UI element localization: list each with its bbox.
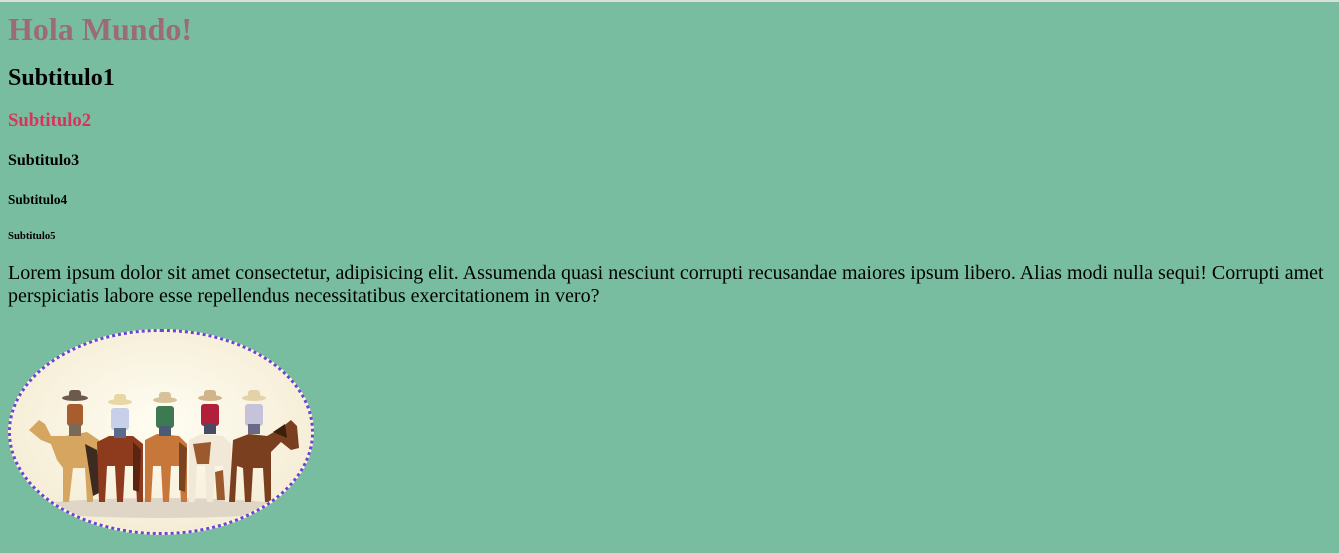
page-title: Hola Mundo! <box>8 11 193 47</box>
cowboys-illustration-icon <box>11 332 311 532</box>
horse-3 <box>145 434 187 502</box>
cowboys-image <box>8 329 314 535</box>
subtitle-4: Subtitulo4 <box>8 192 68 207</box>
browser-top-edge <box>0 0 1339 2</box>
page-content: Hola Mundo! Subtitulo1 Subtitulo2 Subtit… <box>0 10 1339 535</box>
subtitle-3: Subtitulo3 <box>8 152 80 169</box>
horse-4 <box>189 434 231 502</box>
lorem-paragraph: Lorem ipsum dolor sit amet consectetur, … <box>8 262 1324 307</box>
subtitle-1: Subtitulo1 <box>8 65 115 91</box>
subtitle-5: Subtitulo5 <box>8 230 56 242</box>
subtitle-2: Subtitulo2 <box>8 110 92 131</box>
